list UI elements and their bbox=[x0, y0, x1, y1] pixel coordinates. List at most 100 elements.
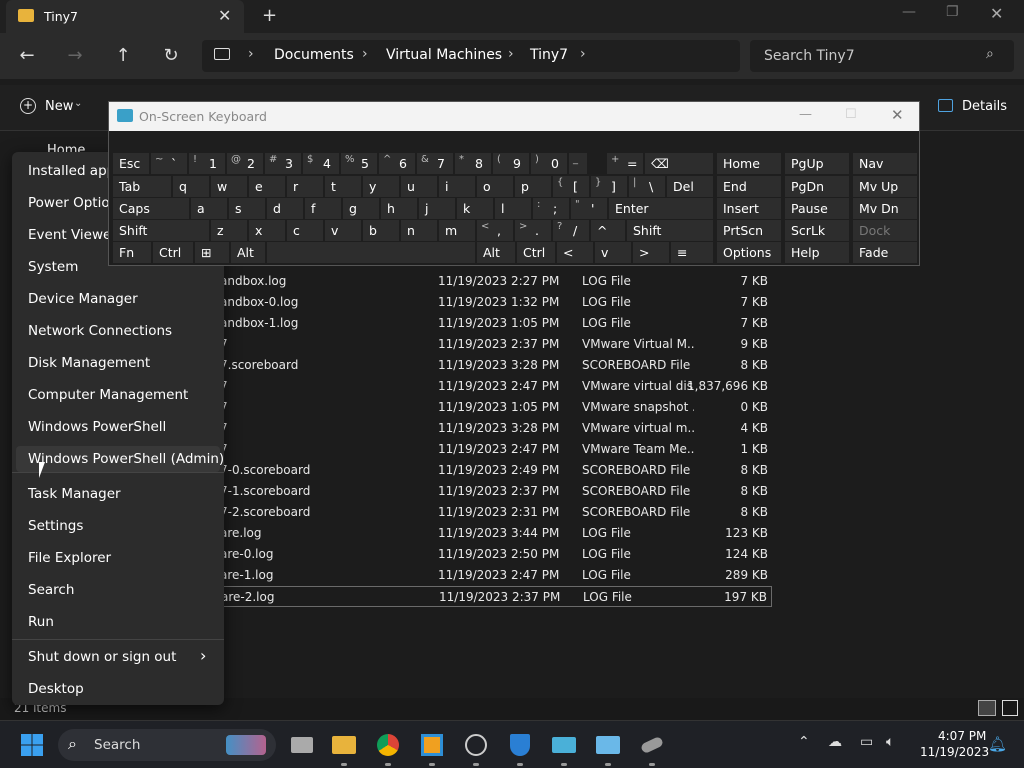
osk-key[interactable]: 9( bbox=[493, 153, 529, 174]
file-row[interactable]: 711/19/2023 3:28 PMVMware virtual m...4 … bbox=[212, 418, 772, 439]
osk-key[interactable]: u bbox=[401, 176, 437, 197]
osk-key[interactable]: 8 * bbox=[455, 153, 491, 174]
menu-item-system[interactable]: System bbox=[28, 259, 78, 275]
osk-key[interactable]: y bbox=[363, 176, 399, 197]
file-row[interactable]: 711/19/2023 2:37 PMVMware Virtual M...9 … bbox=[212, 334, 772, 355]
osk-nav-key[interactable]: ScrLk bbox=[785, 220, 849, 241]
file-row[interactable]: 7-2.scoreboard 11/19/2023 2:31 PM SCOREBOA… bbox=[212, 502, 772, 523]
osk-key[interactable]: 4 $ bbox=[303, 153, 339, 174]
file-row[interactable]: 7-0.scoreboard 11/19/2023 2:49 PM SCOREBOA… bbox=[212, 460, 772, 481]
network-icon[interactable]: ▭ bbox=[860, 734, 873, 750]
osk-key[interactable]: > bbox=[633, 242, 669, 263]
windows-start-icon[interactable] bbox=[16, 729, 48, 761]
osk-key[interactable]: j bbox=[419, 198, 455, 219]
osk-key[interactable]: 5% bbox=[341, 153, 377, 174]
new-tab-icon[interactable]: + bbox=[262, 5, 277, 26]
osk-key[interactable]: -_ bbox=[569, 153, 587, 174]
osk-nav-key[interactable]: PgDn bbox=[785, 176, 849, 197]
osk-key[interactable]: e bbox=[249, 176, 285, 197]
osk-nav-key[interactable]: Fade bbox=[853, 242, 917, 263]
osk-key[interactable]: 6 ^ bbox=[379, 153, 415, 174]
osk-key[interactable]: w bbox=[211, 176, 247, 197]
osk-nav-key[interactable]: Mv Up bbox=[853, 176, 917, 197]
osk-maximize-icon[interactable]: ☐ bbox=[845, 107, 857, 122]
osk-key[interactable]: l bbox=[495, 198, 531, 219]
back-arrow-icon[interactable]: ← bbox=[12, 41, 42, 71]
osk-key[interactable]: ]} bbox=[591, 176, 627, 197]
osk-nav-key[interactable]: Mv Dn bbox=[853, 198, 917, 219]
close-tab-icon[interactable]: ✕ bbox=[218, 6, 231, 25]
menu-item-shut-down-or-sign-out[interactable]: Shut down or sign out bbox=[28, 649, 176, 665]
osk-key[interactable]: Ctrl bbox=[153, 242, 193, 263]
osk-key[interactable]: Enter bbox=[609, 198, 713, 219]
file-row[interactable]: are-0.log 11/19/2023 2:50 PM LOG File 124 K… bbox=[212, 544, 772, 565]
menu-item-search[interactable]: Search bbox=[28, 582, 74, 598]
osk-key[interactable]: , < bbox=[477, 220, 513, 241]
explorer-tab[interactable]: Tiny7 ✕ bbox=[6, 0, 244, 33]
osk-nav-key[interactable]: End bbox=[717, 176, 781, 197]
osk-key[interactable]: k bbox=[457, 198, 493, 219]
osk-key[interactable]: v bbox=[595, 242, 631, 263]
osk-key[interactable]: \ | bbox=[629, 176, 665, 197]
forward-arrow-icon[interactable]: → bbox=[60, 41, 90, 71]
osk-key[interactable]: . > bbox=[515, 220, 551, 241]
osk-key[interactable]: p bbox=[515, 176, 551, 197]
osk-key[interactable]: 7 & bbox=[417, 153, 453, 174]
chevron-up-icon[interactable]: ⌃ bbox=[798, 734, 810, 750]
osk-key[interactable]: i bbox=[439, 176, 475, 197]
menu-item-disk-management[interactable]: Disk Management bbox=[28, 355, 150, 371]
menu-item-file-explorer[interactable]: File Explorer bbox=[28, 550, 111, 566]
osk-nav-key[interactable]: Dock bbox=[853, 220, 917, 241]
address-box[interactable]: › Documents › Virtual Machines › Tiny7 › bbox=[202, 40, 740, 72]
taskbar-search-box[interactable]: ⌕ Search bbox=[58, 729, 276, 761]
osk-key[interactable]: ⌫ bbox=[645, 153, 713, 174]
osk-key[interactable]: b bbox=[363, 220, 399, 241]
menu-item-desktop[interactable]: Desktop bbox=[28, 681, 84, 697]
file-row[interactable]: are-1.log 11/19/2023 2:47 PM LOG File 289 K… bbox=[212, 565, 772, 586]
osk-key[interactable]: o bbox=[477, 176, 513, 197]
osk-key[interactable]: 2 @ bbox=[227, 153, 263, 174]
refresh-icon[interactable]: ↻ bbox=[156, 41, 186, 71]
breadcrumb-documents[interactable]: Documents bbox=[274, 47, 354, 63]
file-row[interactable]: 711/19/2023 2:47 PMVMware Team Me...1 KB bbox=[212, 439, 772, 460]
menu-item-windows-powershell[interactable]: Windows PowerShell bbox=[28, 419, 166, 435]
osk-key[interactable]: /? bbox=[553, 220, 589, 241]
osk-key[interactable]: 3 # bbox=[265, 153, 301, 174]
osk-nav-key[interactable]: Insert bbox=[717, 198, 781, 219]
osk-taskbar-icon[interactable] bbox=[548, 729, 580, 761]
breadcrumb-tiny7[interactable]: Tiny7 bbox=[530, 47, 568, 63]
osk-key[interactable]: ;: bbox=[533, 198, 569, 219]
new-button[interactable]: New bbox=[45, 99, 73, 114]
minimize-icon[interactable]: — bbox=[902, 4, 916, 20]
osk-nav-key[interactable]: Home bbox=[717, 153, 781, 174]
osk-key[interactable]: [{ bbox=[553, 176, 589, 197]
osk-key[interactable]: g bbox=[343, 198, 379, 219]
osk-key[interactable]: Alt bbox=[477, 242, 515, 263]
task-view-icon[interactable] bbox=[286, 729, 318, 761]
osk-key[interactable]: Del bbox=[667, 176, 713, 197]
vmware-icon[interactable] bbox=[636, 729, 668, 761]
osk-minimize-icon[interactable]: — bbox=[799, 107, 812, 122]
osk-key[interactable] bbox=[267, 242, 475, 263]
details-button[interactable]: Details bbox=[962, 99, 1007, 114]
file-row[interactable]: 7.scoreboard 11/19/2023 3:28 PM SCOREBOARD… bbox=[212, 355, 772, 376]
osk-key[interactable]: Tab bbox=[113, 176, 171, 197]
menu-item-settings[interactable]: Settings bbox=[28, 518, 83, 534]
osk-key[interactable]: h bbox=[381, 198, 417, 219]
details-view-icon[interactable] bbox=[978, 700, 996, 716]
notification-bell-icon[interactable]: 🔔︎ bbox=[988, 735, 1007, 753]
file-row[interactable]: andbox-0.log 11/19/2023 1:32 PM LOG File 7 … bbox=[212, 292, 772, 313]
osk-key[interactable]: d bbox=[267, 198, 303, 219]
clock-date[interactable]: 11/19/2023 bbox=[920, 745, 989, 759]
chrome-icon[interactable] bbox=[372, 729, 404, 761]
osk-key[interactable]: x bbox=[249, 220, 285, 241]
osk-close-icon[interactable]: ✕ bbox=[891, 106, 904, 124]
close-window-icon[interactable]: ✕ bbox=[990, 4, 1003, 23]
maximize-icon[interactable]: ❐ bbox=[946, 4, 959, 20]
virtualbox-icon[interactable] bbox=[416, 729, 448, 761]
file-row[interactable]: 7-1.scoreboard 11/19/2023 2:37 PM SCOREBOA… bbox=[212, 481, 772, 502]
osk-key[interactable]: a bbox=[191, 198, 227, 219]
menu-item-windows-powershell-admin[interactable]: Windows PowerShell (Admin) bbox=[16, 446, 224, 472]
osk-nav-key[interactable]: Pause bbox=[785, 198, 849, 219]
file-row[interactable]: are.log 11/19/2023 3:44 PM LOG File 123 KB bbox=[212, 523, 772, 544]
